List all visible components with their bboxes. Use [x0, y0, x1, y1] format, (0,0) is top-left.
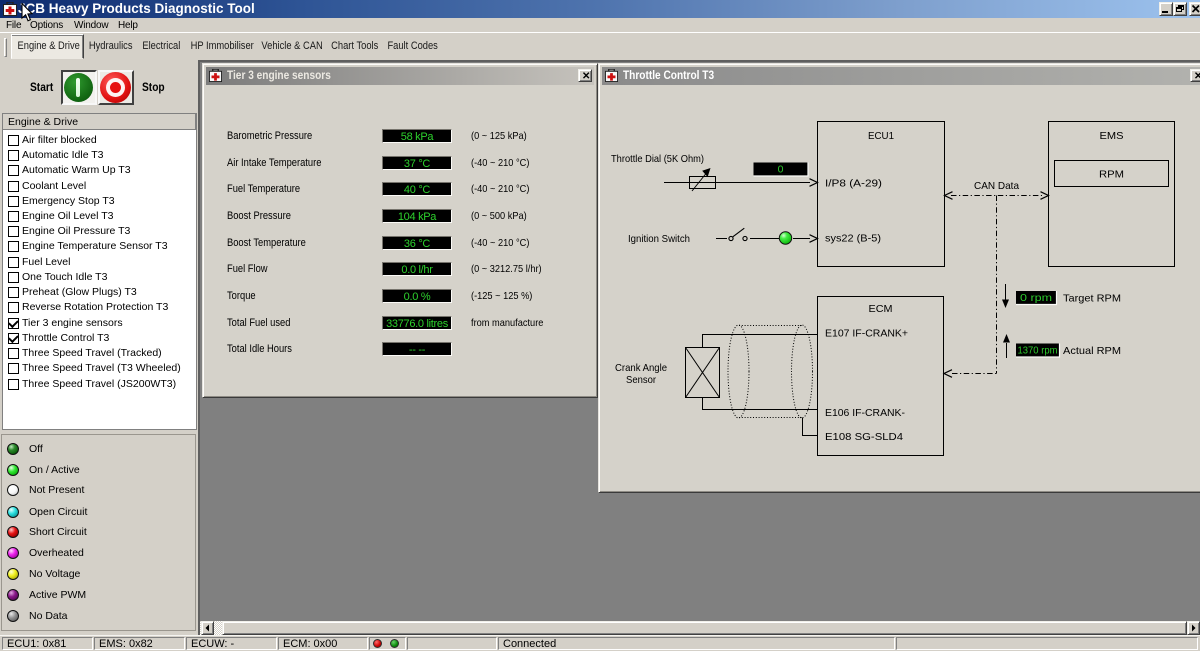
- svg-text:Actual RPM: Actual RPM: [1063, 345, 1121, 357]
- svg-text:Crank Angle: Crank Angle: [615, 362, 667, 374]
- svg-text:sys22 (B-5): sys22 (B-5): [825, 233, 881, 245]
- svg-text:EMS: EMS: [1100, 130, 1124, 142]
- svg-text:0 rpm: 0 rpm: [1020, 292, 1052, 304]
- svg-text:E108 SG-SLD4: E108 SG-SLD4: [825, 431, 903, 443]
- svg-text:E106 IF-CRANK-: E106 IF-CRANK-: [825, 407, 905, 419]
- svg-text:RPM: RPM: [1099, 169, 1124, 181]
- svg-text:Throttle Dial (5K Ohm): Throttle Dial (5K Ohm): [611, 153, 704, 165]
- svg-text:E107 IF-CRANK+: E107 IF-CRANK+: [825, 328, 908, 340]
- svg-text:Ignition Switch: Ignition Switch: [628, 233, 690, 245]
- svg-text:Sensor: Sensor: [626, 374, 656, 386]
- svg-text:ECU1: ECU1: [868, 130, 894, 142]
- svg-text:CAN Data: CAN Data: [974, 180, 1019, 192]
- svg-text:Target RPM: Target RPM: [1063, 293, 1121, 305]
- svg-text:I/P8 (A-29): I/P8 (A-29): [825, 178, 882, 190]
- svg-text:0: 0: [778, 164, 784, 176]
- svg-text:1370 rpm: 1370 rpm: [1018, 345, 1058, 357]
- svg-text:ECM: ECM: [869, 303, 893, 315]
